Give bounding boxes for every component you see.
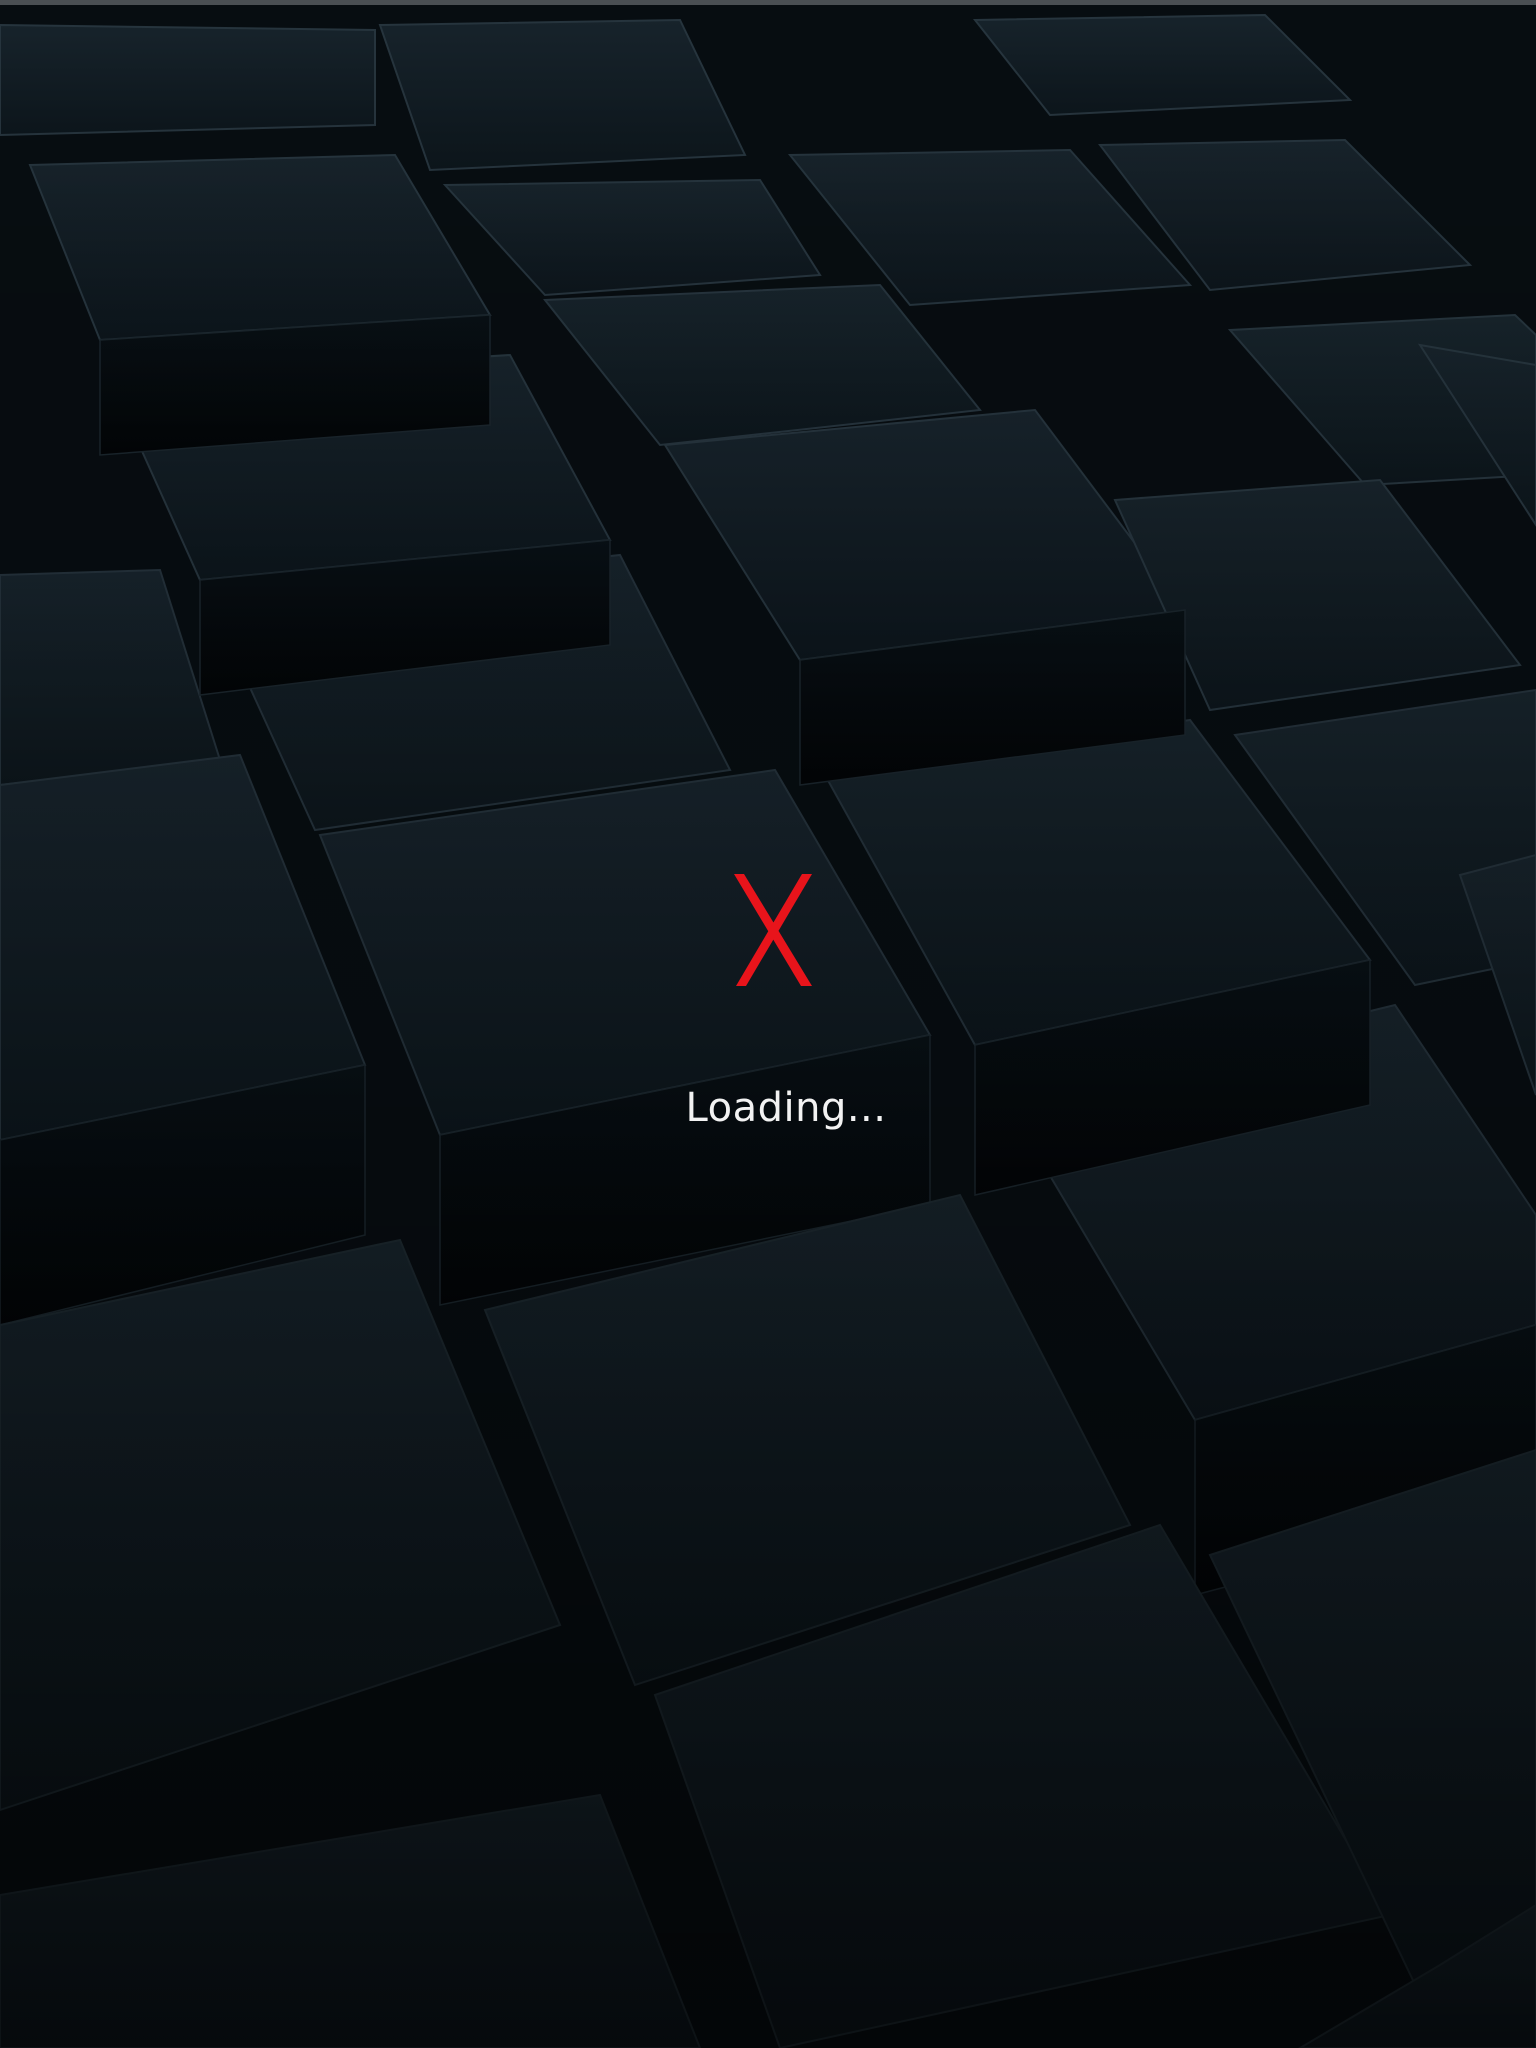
cube-background [0,5,1536,2048]
x-logo-icon [734,874,812,986]
loading-screen: Loading... [0,0,1536,2048]
loading-status-text: Loading... [685,1085,887,1131]
